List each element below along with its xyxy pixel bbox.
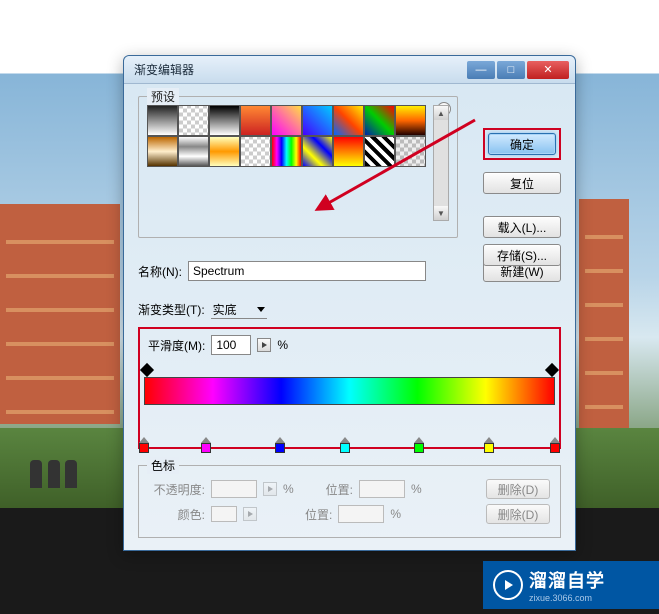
- smoothness-input[interactable]: [211, 335, 251, 355]
- preset-swatch[interactable]: [395, 136, 426, 167]
- percent-label: %: [390, 507, 401, 521]
- chevron-down-icon: [257, 307, 265, 312]
- opacity-flyout-icon: [263, 482, 277, 496]
- color-label: 颜色:: [149, 506, 205, 523]
- color-stop[interactable]: [137, 437, 151, 455]
- delete-color-stop-button: 删除(D): [486, 504, 550, 524]
- preset-swatch[interactable]: [240, 105, 271, 136]
- preset-swatch[interactable]: [364, 105, 395, 136]
- color-stop[interactable]: [412, 437, 426, 455]
- percent-label: %: [277, 338, 288, 352]
- preset-swatch[interactable]: [364, 136, 395, 167]
- watermark-logo: 溜溜自学 zixue.3066.com: [483, 561, 659, 609]
- gradient-bar-wrap: [144, 377, 555, 437]
- preset-swatch[interactable]: [271, 105, 302, 136]
- percent-label: %: [411, 482, 422, 496]
- people-silhouette: [30, 460, 42, 488]
- preset-swatch[interactable]: [240, 136, 271, 167]
- smoothness-label: 平滑度(M):: [148, 337, 205, 354]
- play-icon: [493, 570, 523, 600]
- ok-button[interactable]: 确定: [488, 133, 556, 155]
- gradient-type-label: 渐变类型(T):: [138, 301, 205, 318]
- position-label: 位置:: [326, 481, 353, 498]
- opacity-label: 不透明度:: [149, 481, 205, 498]
- dialog-content: 确定 复位 载入(L)... 存储(S)... 预设 ▶: [124, 84, 575, 548]
- opacity-stop-row: 不透明度: % 位置: % 删除(D): [149, 479, 550, 499]
- gradient-type-dropdown[interactable]: 实底: [211, 300, 267, 319]
- preset-swatch[interactable]: [178, 136, 209, 167]
- minimize-button[interactable]: —: [467, 61, 495, 79]
- position2-input: [338, 505, 384, 523]
- preset-row-1: [147, 105, 429, 136]
- scroll-down-icon[interactable]: ▼: [434, 206, 448, 220]
- preset-swatch[interactable]: [333, 136, 364, 167]
- color-stop[interactable]: [482, 437, 496, 455]
- preset-swatch[interactable]: [147, 136, 178, 167]
- smoothness-flyout-icon[interactable]: [257, 338, 271, 352]
- preset-swatch[interactable]: [147, 105, 178, 136]
- presets-fieldset: 预设 ▶: [138, 96, 458, 238]
- smoothness-row: 平滑度(M): %: [148, 335, 555, 355]
- gradient-editor-dialog: 渐变编辑器 — □ ✕ 确定 复位 载入(L)... 存储(S)... 预设 ▶: [123, 55, 576, 551]
- save-button[interactable]: 存储(S)...: [483, 244, 561, 266]
- preset-swatch[interactable]: [271, 136, 302, 167]
- gradient-bar[interactable]: [144, 377, 555, 405]
- presets-legend: 预设: [147, 88, 179, 105]
- close-button[interactable]: ✕: [527, 61, 569, 79]
- color-stop[interactable]: [273, 437, 287, 455]
- delete-opacity-stop-button: 删除(D): [486, 479, 550, 499]
- gradient-highlight-box: 平滑度(M): %: [138, 327, 561, 449]
- position-input: [359, 480, 405, 498]
- scroll-up-icon[interactable]: ▲: [434, 106, 448, 120]
- percent-label: %: [283, 482, 294, 496]
- load-button[interactable]: 载入(L)...: [483, 216, 561, 238]
- watermark-sub: zixue.3066.com: [529, 593, 605, 603]
- color-flyout-icon: [243, 507, 257, 521]
- preset-swatch[interactable]: [209, 136, 240, 167]
- building-left: [0, 204, 120, 424]
- color-stop[interactable]: [199, 437, 213, 455]
- reset-button[interactable]: 复位: [483, 172, 561, 194]
- ok-highlight-box: 确定: [483, 128, 561, 160]
- window-title: 渐变编辑器: [134, 61, 465, 78]
- gradient-type-row: 渐变类型(T): 实底: [138, 300, 561, 319]
- preset-swatch[interactable]: [302, 105, 333, 136]
- opacity-stop-right[interactable]: [545, 363, 559, 377]
- gradient-type-value: 实底: [213, 301, 237, 318]
- preset-swatch[interactable]: [395, 105, 426, 136]
- color-well: [211, 506, 237, 522]
- maximize-button[interactable]: □: [497, 61, 525, 79]
- stops-fieldset: 色标 不透明度: % 位置: % 删除(D) 颜色: 位置: %: [138, 465, 561, 538]
- button-column: 确定 复位 载入(L)... 存储(S)...: [483, 128, 561, 266]
- name-label: 名称(N):: [138, 263, 182, 280]
- position2-label: 位置:: [305, 506, 332, 523]
- color-stop[interactable]: [338, 437, 352, 455]
- opacity-stop-left[interactable]: [140, 363, 154, 377]
- name-input[interactable]: [188, 261, 426, 281]
- scroll-track[interactable]: [434, 120, 448, 206]
- preset-swatch[interactable]: [209, 105, 240, 136]
- preset-scrollbar[interactable]: ▲ ▼: [433, 105, 449, 221]
- titlebar[interactable]: 渐变编辑器 — □ ✕: [124, 56, 575, 84]
- stops-legend: 色标: [147, 457, 179, 474]
- preset-row-2: [147, 136, 429, 167]
- presets-area: ▲ ▼: [147, 105, 449, 221]
- preset-swatch[interactable]: [302, 136, 333, 167]
- building-right: [579, 199, 629, 429]
- opacity-input: [211, 480, 257, 498]
- color-stop-row: 颜色: 位置: % 删除(D): [149, 504, 550, 524]
- preset-swatch[interactable]: [178, 105, 209, 136]
- preset-swatch[interactable]: [333, 105, 364, 136]
- color-stop[interactable]: [548, 437, 562, 455]
- watermark-text: 溜溜自学: [529, 567, 605, 593]
